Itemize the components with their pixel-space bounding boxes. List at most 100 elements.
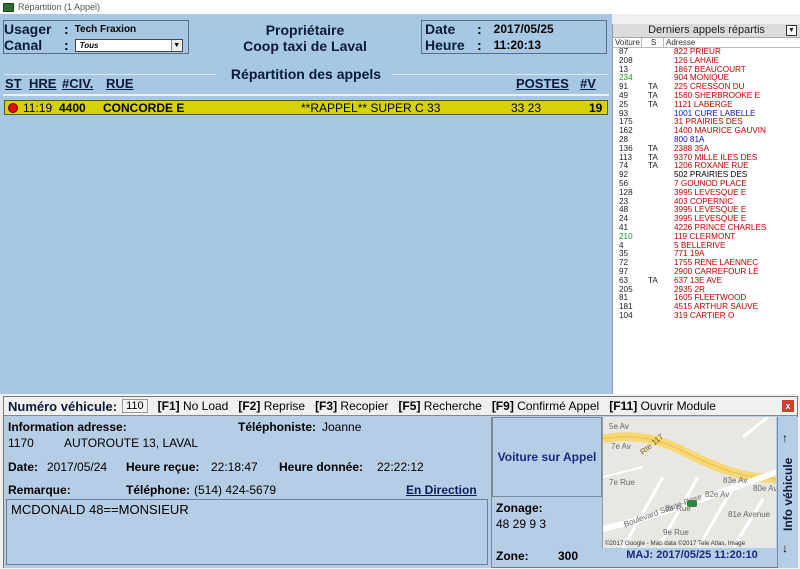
map-label-street: 81e Avenue <box>728 510 771 519</box>
recent-call-status <box>642 242 672 251</box>
address-number: 1170 <box>8 436 34 450</box>
recent-call-address: 319 CARTIER O <box>674 310 735 320</box>
call-note: **RAPPEL** SUPER C 33 <box>301 101 441 115</box>
call-time: 11:19 <box>23 101 53 115</box>
canal-label: Canal <box>4 37 43 53</box>
f5-recherche-button[interactable]: [F5] Recherche <box>398 399 481 413</box>
recent-call-row[interactable]: 63 TA 637 13E AVE <box>613 275 800 286</box>
owner-label: Propriétaire <box>265 22 345 38</box>
telephone-value: (514) 424-5679 <box>194 483 277 497</box>
f3-recopier-button[interactable]: [F3] Recopier <box>315 399 388 413</box>
location-map[interactable]: 5e Av Rte 117 7e Av 7e Rue Boulevard Sai… <box>602 417 776 548</box>
vehicle-status-panel: Voiture sur Appel Zonage: 48 29 9 3 Zone… <box>491 417 602 568</box>
recent-calls-panel: Derniers appels répartis ▼ Voiture S Adr… <box>612 24 800 394</box>
recent-call-status <box>642 118 672 127</box>
telephoniste-label: Téléphoniste: <box>238 420 317 434</box>
recent-call-status <box>642 294 672 303</box>
map-label-street: 80e Av <box>753 484 776 493</box>
date-label: Date <box>425 21 456 37</box>
map-label-street: 9e Rue <box>663 528 689 537</box>
owner-block: Propriétaire Coop taxi de Laval <box>200 22 410 54</box>
map-label-street: 5e Av <box>609 422 629 431</box>
recent-call-status <box>642 180 672 189</box>
header-divider <box>3 94 609 96</box>
f11-ouvrir-module-button[interactable]: [F11] Ouvrir Module <box>609 399 716 413</box>
recent-calls-list: 87 822 PRIEUR 208 126 LAHAIE 13 1867 BEAUCOUR… <box>613 47 800 321</box>
zonage-label: Zonage: <box>496 501 543 515</box>
map-label-street: 7e Av <box>611 442 631 451</box>
col-hre[interactable]: HRE <box>29 76 56 91</box>
col-v[interactable]: #V <box>580 76 596 91</box>
dropdown-arrow-icon[interactable]: ▼ <box>786 25 797 36</box>
info-vehicule-tab[interactable]: ↑ Info véhicule ↓ <box>777 417 798 568</box>
call-postes: 33 23 <box>511 101 542 115</box>
canal-select[interactable]: Tous ▼ <box>74 38 183 52</box>
vehicle-detail-panel: Numéro véhicule: 110 [F1] No Load [F2] R… <box>3 396 798 568</box>
recent-call-status <box>642 48 672 57</box>
vehicle-number-label: Numéro véhicule: <box>8 398 118 414</box>
recent-call-status <box>642 215 672 224</box>
col-civ[interactable]: #CIV. <box>62 76 93 91</box>
recent-call-status <box>642 312 672 321</box>
recent-call-status: TA <box>648 99 658 109</box>
vehicle-number-field[interactable]: 110 <box>122 399 148 413</box>
map-credit: ©2017 Google - Map data ©2017 Tele Atlas… <box>605 540 746 547</box>
map-label-street: 82e Av <box>705 490 729 499</box>
remark-field[interactable]: MCDONALD 48==MONSIEUR <box>6 499 488 565</box>
recent-calls-title-text: Derniers appels répartis <box>648 24 765 36</box>
f2-reprise-button[interactable]: [F2] Reprise <box>238 399 305 413</box>
f9-confirme-appel-button[interactable]: [F9] Confirmé Appel <box>492 399 599 413</box>
owner-name: Coop taxi de Laval <box>243 38 367 54</box>
recent-call-status <box>642 198 672 207</box>
recent-call-status <box>642 171 672 180</box>
status-dot-icon <box>8 103 18 113</box>
heure-recue-value: 22:18:47 <box>211 460 258 474</box>
en-direction-link[interactable]: En Direction <box>406 483 477 497</box>
telephoniste-value: Joanne <box>322 420 362 434</box>
recent-call-status <box>642 286 672 295</box>
call-vehicle: 19 <box>589 101 603 115</box>
zone-label: Zone: <box>496 549 529 563</box>
col-postes[interactable]: POSTES <box>516 76 569 91</box>
canal-select-value: Tous <box>79 40 99 50</box>
dispatch-area: Usager : Tech Fraxion Canal : Tous ▼ Pro… <box>0 14 612 394</box>
heure-recue-label: Heure reçue: <box>126 460 200 474</box>
heure-donnee-label: Heure donnée: <box>279 460 364 474</box>
recent-call-row[interactable]: 45 BELLERIVE <box>613 241 800 251</box>
recent-col-s[interactable]: S <box>642 38 664 47</box>
recent-call-row[interactable]: 162 1400 MAURICE GAUVIN <box>613 126 800 136</box>
vehicle-toolbar: Numéro véhicule: 110 [F1] No Load [F2] R… <box>4 397 797 416</box>
recent-calls-title: Derniers appels répartis ▼ <box>613 24 800 38</box>
call-row[interactable]: 11:19 4400 CONCORDE E **RAPPEL** SUPER C… <box>4 100 608 115</box>
close-icon[interactable]: x <box>782 400 794 412</box>
recent-call-status: TA <box>648 275 658 285</box>
map-label-street: 83e Av <box>723 476 747 485</box>
heure-donnee-value: 22:22:12 <box>377 460 424 474</box>
arrow-up-icon: ↑ <box>782 431 788 445</box>
recent-call-status <box>642 259 672 268</box>
usager-label: Usager <box>4 21 52 37</box>
recent-col-voiture[interactable]: Voiture <box>613 38 642 47</box>
f1-no-load-button[interactable]: [F1] No Load <box>158 399 229 413</box>
zonage-value: 48 29 9 3 <box>496 517 547 531</box>
map-label-street: 7e Rue <box>609 478 635 487</box>
last-update: MAJ: 2017/05/25 11:20:10 <box>626 549 758 561</box>
address-street: AUTOROUTE 13, LAVAL <box>64 436 199 450</box>
recent-call-status <box>642 303 672 312</box>
date-label-bottom: Date: <box>8 460 39 474</box>
voiture-sur-appel-label: Voiture sur Appel <box>497 450 597 464</box>
app-icon <box>3 2 14 12</box>
recent-call-status <box>642 110 672 119</box>
arrow-down-icon: ↓ <box>782 541 788 555</box>
info-address-label: Information adresse: <box>8 420 127 434</box>
map-graphic: 5e Av Rte 117 7e Av 7e Rue Boulevard Sai… <box>603 417 776 548</box>
recent-col-adresse[interactable]: Adresse <box>664 38 794 47</box>
telephone-label: Téléphone: <box>126 483 191 497</box>
col-st[interactable]: ST <box>5 76 22 91</box>
col-rue[interactable]: RUE <box>106 76 133 91</box>
chevron-down-icon[interactable]: ▼ <box>170 39 182 51</box>
recent-call-vehicle: 104 <box>619 310 633 320</box>
usager-value: Tech Fraxion <box>74 23 137 35</box>
recent-call-status <box>642 206 672 215</box>
recent-call-row[interactable]: 104 319 CARTIER O <box>613 310 800 321</box>
